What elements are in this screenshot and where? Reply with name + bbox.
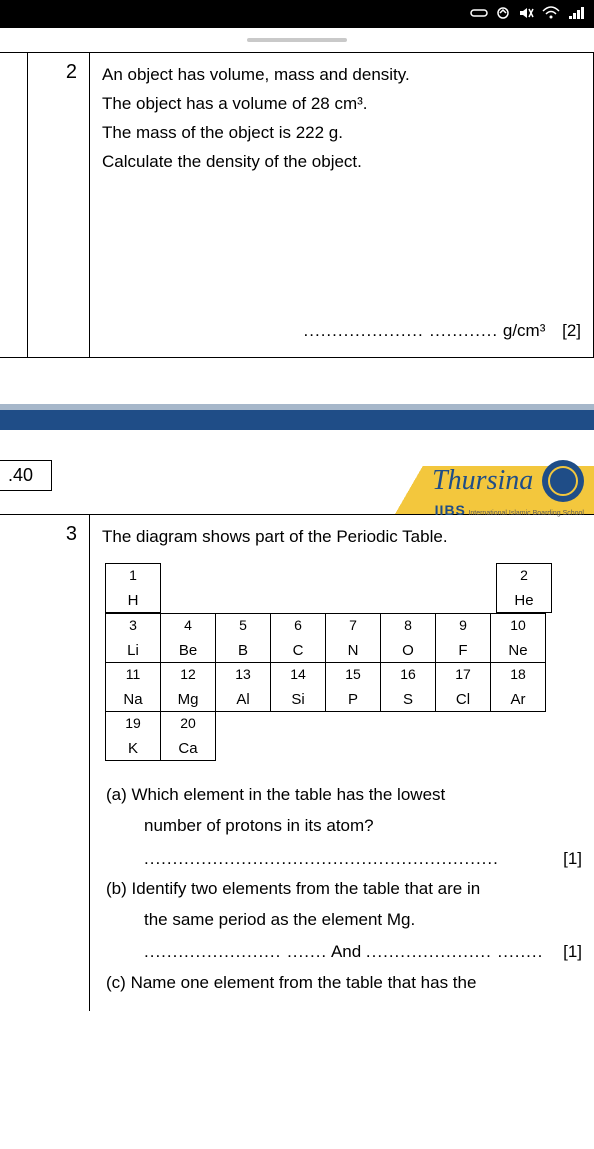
- pt-cell: 9F: [435, 613, 491, 663]
- pt-spacer: [441, 564, 497, 614]
- question-body: An object has volume, mass and density. …: [90, 53, 594, 357]
- pt-spacer: [385, 564, 441, 614]
- pt-spacer: [328, 712, 384, 762]
- brand-sub-prefix: IIBS: [435, 502, 466, 518]
- pt-spacer: [440, 712, 496, 762]
- answer-dots: ..................... ............: [304, 321, 499, 340]
- answer-unit: g/cm³: [503, 321, 546, 340]
- marks: [1]: [563, 844, 582, 875]
- pt-cell: 11Na: [105, 662, 161, 712]
- pt-cell: 3Li: [105, 613, 161, 663]
- pt-cell: 1H: [105, 563, 161, 613]
- answer-line: ........................................…: [144, 844, 582, 875]
- pt-spacer: [272, 712, 328, 762]
- marks: [2]: [562, 321, 581, 340]
- pt-cell: 19K: [105, 711, 161, 761]
- pt-cell: 6C: [270, 613, 326, 663]
- pt-cell: 7N: [325, 613, 381, 663]
- subq-text: Name one element from the table that has…: [131, 973, 477, 992]
- page-header: .40 Thursina IIBS International Islamic …: [0, 466, 594, 514]
- answer-dots-1: ........................ .......: [144, 942, 327, 961]
- question-number: 2: [28, 53, 90, 357]
- q2-line4: Calculate the density of the object.: [102, 148, 581, 177]
- pt-cell: 13Al: [215, 662, 271, 712]
- pt-cell: 16S: [380, 662, 436, 712]
- answer-line: ..................... ............ g/cm³…: [102, 317, 581, 346]
- pt-cell: 20Ca: [160, 711, 216, 761]
- brand-sub-text: International Islamic Boarding School: [468, 510, 584, 517]
- answer-dots: ........................................…: [144, 849, 499, 868]
- pt-cell: 10Ne: [490, 613, 546, 663]
- q2-line1: An object has volume, mass and density.: [102, 61, 581, 90]
- pt-cell: 17Cl: [435, 662, 491, 712]
- page-marker: .40: [0, 460, 52, 491]
- brand-name: Thursina: [432, 465, 533, 497]
- subq-label: (b): [106, 879, 127, 898]
- periodic-table: 1H 2He 3Li4Be5B6C7N8O9F10Ne 11Na12Mg13Al14S…: [106, 564, 582, 762]
- sub-question-c: (c) Name one element from the table that…: [106, 968, 582, 999]
- subq-label: (c): [106, 973, 126, 992]
- subq-label: (a): [106, 785, 127, 804]
- signal-icon: [568, 6, 586, 23]
- question-3-row: 3 The diagram shows part of the Periodic…: [0, 514, 594, 1010]
- update-icon: [496, 6, 510, 23]
- q2-line2: The object has a volume of 28 cm³.: [102, 90, 581, 119]
- marks: [1]: [563, 937, 582, 968]
- wifi-icon: [542, 6, 560, 23]
- pt-cell: 14Si: [270, 662, 326, 712]
- pt-cell: 4Be: [160, 613, 216, 663]
- subq-text-2: the same period as the element Mg.: [144, 905, 582, 936]
- answer-and: And: [331, 942, 361, 961]
- pt-cell: 12Mg: [160, 662, 216, 712]
- pt-spacer: [329, 564, 385, 614]
- pt-cell: 18Ar: [490, 662, 546, 712]
- pt-spacer: [161, 564, 217, 614]
- sub-question-b: (b) Identify two elements from the table…: [106, 874, 582, 968]
- pt-cell: 2He: [496, 563, 552, 613]
- subq-text: Which element in the table has the lowes…: [132, 785, 446, 804]
- tab-indicator: [247, 38, 347, 42]
- margin-col: [0, 53, 28, 357]
- question-2-row: 2 An object has volume, mass and density…: [0, 52, 594, 357]
- q3-intro: The diagram shows part of the Periodic T…: [102, 523, 582, 552]
- brand-logo-icon: [542, 460, 584, 502]
- answer-dots-2: ...................... ........: [366, 942, 543, 961]
- pt-spacer: [217, 564, 273, 614]
- brand: Thursina IIBS International Islamic Boar…: [432, 460, 584, 518]
- pt-spacer: [496, 712, 552, 762]
- vpn-icon: [470, 6, 488, 22]
- pt-spacer: [273, 564, 329, 614]
- status-bar: [0, 0, 594, 28]
- answer-line: ........................ ....... And ...…: [144, 937, 582, 968]
- page-separator: [0, 404, 594, 430]
- q2-line3: The mass of the object is 222 g.: [102, 119, 581, 148]
- pt-spacer: [216, 712, 272, 762]
- pt-cell: 5B: [215, 613, 271, 663]
- pt-spacer: [384, 712, 440, 762]
- question-body: The diagram shows part of the Periodic T…: [90, 515, 594, 1010]
- question-number: 3: [0, 515, 90, 1010]
- sub-question-a: (a) Which element in the table has the l…: [106, 780, 582, 874]
- pt-cell: 15P: [325, 662, 381, 712]
- pt-cell: 8O: [380, 613, 436, 663]
- mute-icon: [518, 6, 534, 23]
- subq-text: Identify two elements from the table tha…: [132, 879, 481, 898]
- brand-sub: IIBS International Islamic Boarding Scho…: [432, 502, 584, 518]
- subq-text-2: number of protons in its atom?: [144, 811, 582, 842]
